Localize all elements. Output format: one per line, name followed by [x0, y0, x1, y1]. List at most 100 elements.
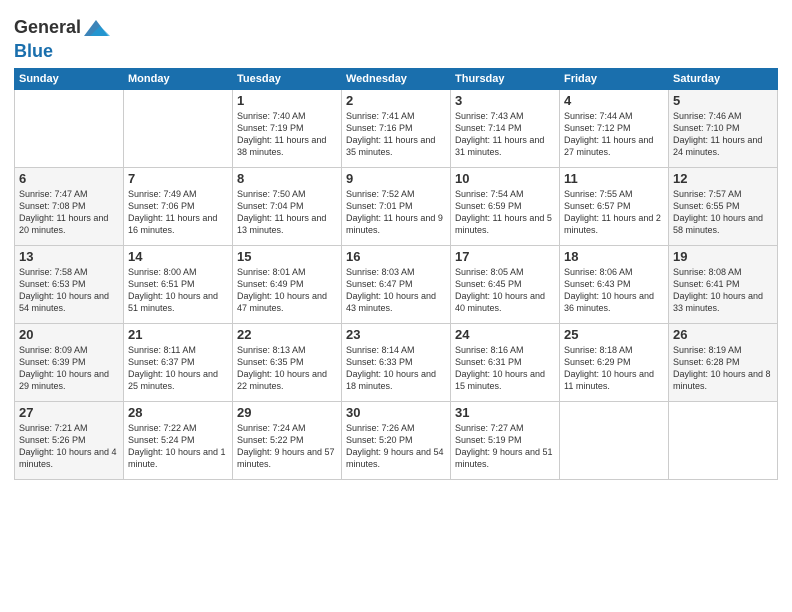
calendar-cell: 25 Sunrise: 8:18 AM Sunset: 6:29 PM Dayli…: [560, 323, 669, 401]
calendar-cell: 4Sunrise: 7:44 AM Sunset: 7:12 PM Daylig…: [560, 89, 669, 167]
day-number: 7: [128, 171, 228, 186]
day-info: Sunrise: 8:03 AM Sunset: 6:47 PM Dayligh…: [346, 266, 446, 315]
calendar-cell: 2Sunrise: 7:41 AM Sunset: 7:16 PM Daylig…: [342, 89, 451, 167]
day-info: Sunrise: 8:11 AM Sunset: 6:37 PM Dayligh…: [128, 344, 228, 393]
day-number: 18: [564, 249, 664, 264]
day-info: Sunrise: 8:16 AM Sunset: 6:31 PM Dayligh…: [455, 344, 555, 393]
day-number: 5: [673, 93, 773, 108]
day-number: 25: [564, 327, 664, 342]
day-header-monday: Monday: [124, 68, 233, 89]
day-info: Sunrise: 8:09 AM Sunset: 6:39 PM Dayligh…: [19, 344, 119, 393]
day-number: 15: [237, 249, 337, 264]
logo-general: General: [14, 17, 81, 37]
calendar-cell: 1Sunrise: 7:40 AM Sunset: 7:19 PM Daylig…: [233, 89, 342, 167]
day-info: Sunrise: 8:08 AM Sunset: 6:41 PM Dayligh…: [673, 266, 773, 315]
day-number: 1: [237, 93, 337, 108]
day-info: Sunrise: 7:26 AM Sunset: 5:20 PM Dayligh…: [346, 422, 446, 471]
day-info: Sunrise: 8:06 AM Sunset: 6:43 PM Dayligh…: [564, 266, 664, 315]
day-info: Sunrise: 8:01 AM Sunset: 6:49 PM Dayligh…: [237, 266, 337, 315]
calendar-cell: [669, 401, 778, 479]
day-number: 20: [19, 327, 119, 342]
calendar-cell: 8 Sunrise: 7:50 AM Sunset: 7:04 PM Daylig…: [233, 167, 342, 245]
day-number: 21: [128, 327, 228, 342]
calendar-cell: [124, 89, 233, 167]
calendar-cell: 17 Sunrise: 8:05 AM Sunset: 6:45 PM Dayli…: [451, 245, 560, 323]
day-number: 12: [673, 171, 773, 186]
calendar-cell: 3 Sunrise: 7:43 AM Sunset: 7:14 PM Daylig…: [451, 89, 560, 167]
calendar-cell: 27 Sunrise: 7:21 AM Sunset: 5:26 PM Dayli…: [15, 401, 124, 479]
calendar-cell: 22 Sunrise: 8:13 AM Sunset: 6:35 PM Dayli…: [233, 323, 342, 401]
calendar-cell: [15, 89, 124, 167]
day-number: 31: [455, 405, 555, 420]
calendar: SundayMondayTuesdayWednesdayThursdayFrid…: [14, 68, 778, 480]
calendar-cell: 9 Sunrise: 7:52 AM Sunset: 7:01 PM Daylig…: [342, 167, 451, 245]
calendar-cell: 31 Sunrise: 7:27 AM Sunset: 5:19 PM Dayli…: [451, 401, 560, 479]
day-info: Sunrise: 7:46 AM Sunset: 7:10 PM Dayligh…: [673, 110, 773, 159]
day-number: 26: [673, 327, 773, 342]
calendar-cell: [560, 401, 669, 479]
day-info: Sunrise: 7:27 AM Sunset: 5:19 PM Dayligh…: [455, 422, 555, 471]
day-info: Sunrise: 8:18 AM Sunset: 6:29 PM Dayligh…: [564, 344, 664, 393]
day-info: Sunrise: 7:43 AM Sunset: 7:14 PM Dayligh…: [455, 110, 555, 159]
day-number: 14: [128, 249, 228, 264]
header: General Blue: [14, 10, 778, 62]
calendar-cell: 14 Sunrise: 8:00 AM Sunset: 6:51 PM Dayli…: [124, 245, 233, 323]
day-number: 30: [346, 405, 446, 420]
calendar-cell: 24Sunrise: 8:16 AM Sunset: 6:31 PM Dayli…: [451, 323, 560, 401]
calendar-cell: 11 Sunrise: 7:55 AM Sunset: 6:57 PM Dayli…: [560, 167, 669, 245]
day-number: 13: [19, 249, 119, 264]
calendar-cell: 7 Sunrise: 7:49 AM Sunset: 7:06 PM Daylig…: [124, 167, 233, 245]
calendar-cell: 10 Sunrise: 7:54 AM Sunset: 6:59 PM Dayli…: [451, 167, 560, 245]
day-info: Sunrise: 7:24 AM Sunset: 5:22 PM Dayligh…: [237, 422, 337, 471]
day-header-wednesday: Wednesday: [342, 68, 451, 89]
day-info: Sunrise: 8:13 AM Sunset: 6:35 PM Dayligh…: [237, 344, 337, 393]
day-info: Sunrise: 8:19 AM Sunset: 6:28 PM Dayligh…: [673, 344, 773, 393]
day-header-thursday: Thursday: [451, 68, 560, 89]
day-info: Sunrise: 7:47 AM Sunset: 7:08 PM Dayligh…: [19, 188, 119, 237]
day-info: Sunrise: 7:54 AM Sunset: 6:59 PM Dayligh…: [455, 188, 555, 237]
calendar-cell: 12 Sunrise: 7:57 AM Sunset: 6:55 PM Dayli…: [669, 167, 778, 245]
day-info: Sunrise: 7:21 AM Sunset: 5:26 PM Dayligh…: [19, 422, 119, 471]
day-info: Sunrise: 7:58 AM Sunset: 6:53 PM Dayligh…: [19, 266, 119, 315]
day-header-saturday: Saturday: [669, 68, 778, 89]
day-info: Sunrise: 7:49 AM Sunset: 7:06 PM Dayligh…: [128, 188, 228, 237]
day-info: Sunrise: 8:05 AM Sunset: 6:45 PM Dayligh…: [455, 266, 555, 315]
day-number: 22: [237, 327, 337, 342]
calendar-cell: 13 Sunrise: 7:58 AM Sunset: 6:53 PM Dayli…: [15, 245, 124, 323]
day-number: 17: [455, 249, 555, 264]
day-number: 3: [455, 93, 555, 108]
calendar-cell: 30 Sunrise: 7:26 AM Sunset: 5:20 PM Dayli…: [342, 401, 451, 479]
day-header-tuesday: Tuesday: [233, 68, 342, 89]
logo-blue: Blue: [14, 41, 53, 61]
day-number: 11: [564, 171, 664, 186]
day-number: 16: [346, 249, 446, 264]
day-number: 29: [237, 405, 337, 420]
calendar-cell: 5 Sunrise: 7:46 AM Sunset: 7:10 PM Daylig…: [669, 89, 778, 167]
day-number: 28: [128, 405, 228, 420]
calendar-cell: 28 Sunrise: 7:22 AM Sunset: 5:24 PM Dayli…: [124, 401, 233, 479]
day-number: 23: [346, 327, 446, 342]
day-number: 8: [237, 171, 337, 186]
calendar-cell: 21 Sunrise: 8:11 AM Sunset: 6:37 PM Dayli…: [124, 323, 233, 401]
calendar-cell: 18 Sunrise: 8:06 AM Sunset: 6:43 PM Dayli…: [560, 245, 669, 323]
calendar-cell: 29 Sunrise: 7:24 AM Sunset: 5:22 PM Dayli…: [233, 401, 342, 479]
day-info: Sunrise: 7:50 AM Sunset: 7:04 PM Dayligh…: [237, 188, 337, 237]
day-info: Sunrise: 8:00 AM Sunset: 6:51 PM Dayligh…: [128, 266, 228, 315]
day-info: Sunrise: 7:55 AM Sunset: 6:57 PM Dayligh…: [564, 188, 664, 237]
day-number: 10: [455, 171, 555, 186]
logo: General Blue: [14, 14, 111, 62]
day-info: Sunrise: 7:22 AM Sunset: 5:24 PM Dayligh…: [128, 422, 228, 471]
calendar-cell: 20 Sunrise: 8:09 AM Sunset: 6:39 PM Dayli…: [15, 323, 124, 401]
day-header-sunday: Sunday: [15, 68, 124, 89]
day-number: 4: [564, 93, 664, 108]
calendar-cell: 16 Sunrise: 8:03 AM Sunset: 6:47 PM Dayli…: [342, 245, 451, 323]
day-number: 6: [19, 171, 119, 186]
calendar-cell: 6 Sunrise: 7:47 AM Sunset: 7:08 PM Daylig…: [15, 167, 124, 245]
calendar-cell: 26 Sunrise: 8:19 AM Sunset: 6:28 PM Dayli…: [669, 323, 778, 401]
day-info: Sunrise: 7:57 AM Sunset: 6:55 PM Dayligh…: [673, 188, 773, 237]
day-number: 27: [19, 405, 119, 420]
day-info: Sunrise: 7:41 AM Sunset: 7:16 PM Dayligh…: [346, 110, 446, 159]
day-info: Sunrise: 7:52 AM Sunset: 7:01 PM Dayligh…: [346, 188, 446, 237]
day-number: 9: [346, 171, 446, 186]
day-header-friday: Friday: [560, 68, 669, 89]
